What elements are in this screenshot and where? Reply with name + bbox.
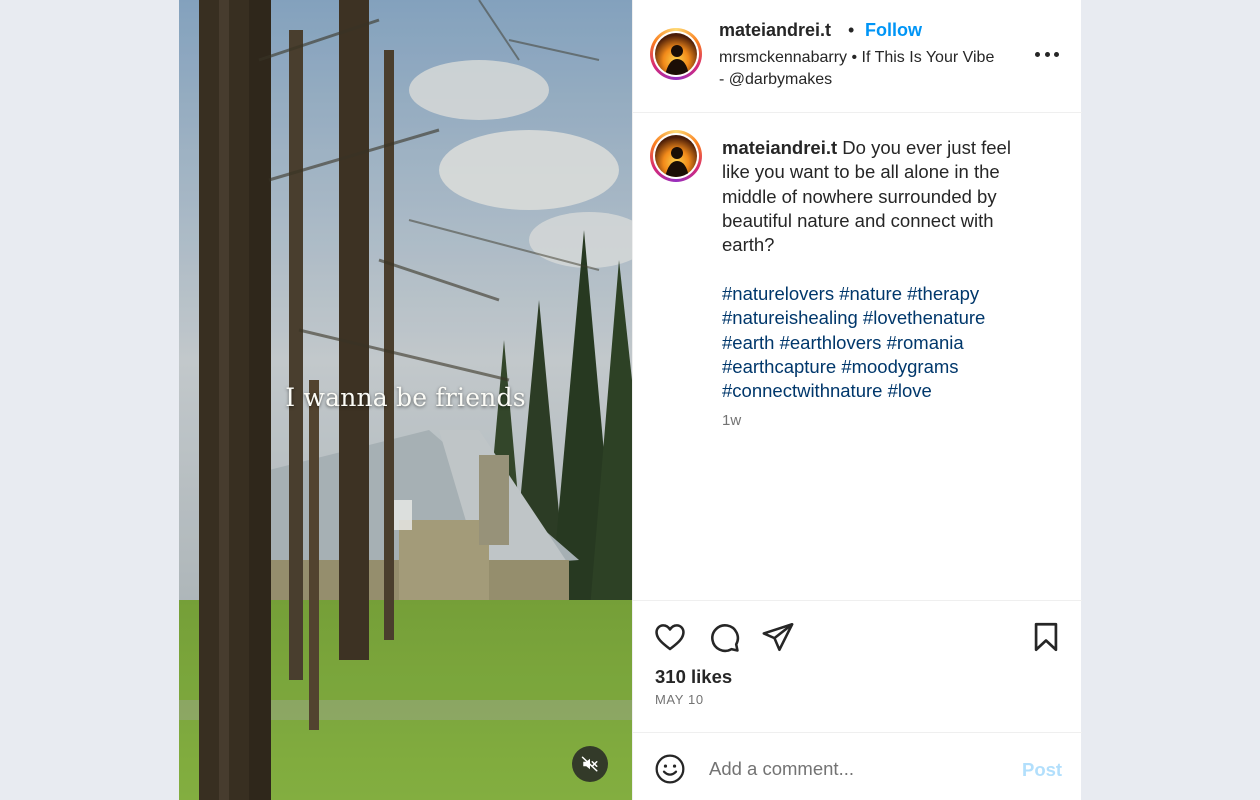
post-dialog: I wanna be friends mateiandrei.t • Follo… xyxy=(179,0,1082,800)
more-icon xyxy=(1044,51,1050,57)
action-bar: 310 likes MAY 10 xyxy=(633,602,1082,733)
hashtag-link[interactable]: #love xyxy=(888,380,932,401)
hashtag-link[interactable]: #connectwithnature xyxy=(722,380,882,401)
profile-picture xyxy=(655,33,697,75)
save-button[interactable] xyxy=(1029,620,1063,659)
separator-dot: • xyxy=(848,20,855,40)
comment-bar: Post xyxy=(633,734,1082,800)
comment-input[interactable] xyxy=(709,756,999,782)
caption-username[interactable]: mateiandrei.t xyxy=(722,137,837,158)
like-button[interactable] xyxy=(653,620,687,659)
caption-text: mateiandrei.t Do you ever just feel like… xyxy=(722,136,1042,257)
comment-button[interactable] xyxy=(707,620,741,659)
share-button[interactable] xyxy=(761,620,795,659)
mute-button[interactable] xyxy=(572,746,608,782)
hashtag-link[interactable]: #earthlovers xyxy=(780,332,882,353)
emoji-icon xyxy=(655,754,685,784)
audio-attribution[interactable]: mrsmckennabarry • If This Is Your Vibe -… xyxy=(719,47,999,91)
avatar[interactable] xyxy=(650,28,702,80)
hashtag-link[interactable]: #natureishealing xyxy=(722,307,858,328)
bookmark-icon xyxy=(1034,622,1058,652)
post-date: MAY 10 xyxy=(655,692,704,707)
hashtag-link[interactable]: #nature xyxy=(839,283,902,304)
emoji-button[interactable] xyxy=(654,753,686,790)
hashtag-link[interactable]: #earth xyxy=(722,332,774,353)
post-comment-button[interactable]: Post xyxy=(1022,759,1062,781)
follow-button[interactable]: Follow xyxy=(865,20,922,41)
caption-section: mateiandrei.t Do you ever just feel like… xyxy=(633,114,1082,601)
hashtag-link[interactable]: #therapy xyxy=(907,283,979,304)
caption-avatar[interactable] xyxy=(650,130,702,182)
hashtag-link[interactable]: #naturelovers xyxy=(722,283,834,304)
post-video[interactable]: I wanna be friends xyxy=(179,0,632,800)
hashtag-link[interactable]: #earthcapture xyxy=(722,356,836,377)
post-time[interactable]: 1w xyxy=(722,412,741,429)
profile-picture xyxy=(655,135,697,177)
post-header: mateiandrei.t • Follow mrsmckennabarry •… xyxy=(633,0,1082,113)
header-username[interactable]: mateiandrei.t xyxy=(719,20,831,41)
mute-icon xyxy=(581,756,598,772)
video-overlay-text: I wanna be friends xyxy=(285,383,526,412)
likes-count[interactable]: 310 likes xyxy=(655,666,732,688)
hashtag-link[interactable]: #lovethenature xyxy=(863,307,985,328)
hashtag-link[interactable]: #moodygrams xyxy=(841,356,958,377)
more-icon xyxy=(1035,51,1040,57)
comment-icon xyxy=(711,624,740,653)
hashtag-link[interactable]: #romania xyxy=(887,332,964,353)
share-icon xyxy=(762,622,794,652)
more-icon xyxy=(1054,51,1059,57)
post-details-panel: mateiandrei.t • Follow mrsmckennabarry •… xyxy=(632,0,1082,800)
hashtag-list: #naturelovers #nature #therapy #natureis… xyxy=(722,282,1042,403)
more-options-button[interactable] xyxy=(1032,44,1062,64)
heart-icon xyxy=(655,624,685,651)
